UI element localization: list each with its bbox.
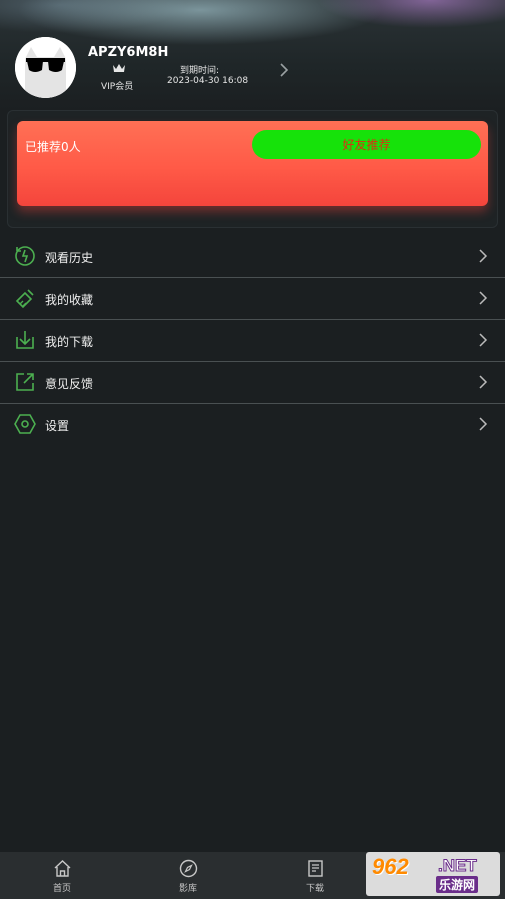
referral-card: 已推荐0人 好友推荐 xyxy=(17,121,488,206)
menu-item-label: 我的收藏 xyxy=(45,293,94,307)
menu-item-feedback[interactable]: 意见反馈 xyxy=(0,362,505,404)
expire-label: 到期时间: xyxy=(180,66,220,76)
watermark-number: 962 xyxy=(372,854,409,879)
cat-sunglasses-icon xyxy=(15,37,76,98)
watermark-subtitle: 乐游网 xyxy=(436,876,479,893)
compass-icon xyxy=(179,859,198,878)
menu-item-downloads[interactable]: 我的下载 xyxy=(0,320,505,362)
download-icon xyxy=(16,331,34,349)
username: APZY6M8H xyxy=(88,45,169,60)
header-background xyxy=(0,0,505,110)
history-icon xyxy=(15,246,35,266)
menu-item-favorites[interactable]: 我的收藏 xyxy=(0,278,505,320)
menu-item-label: 我的下载 xyxy=(45,335,94,349)
avatar[interactable] xyxy=(15,37,76,98)
chevron-right-icon xyxy=(479,417,488,431)
menu-item-label: 设置 xyxy=(45,419,70,433)
favorites-icon xyxy=(15,289,34,309)
tab-downloads[interactable]: 下载 xyxy=(285,852,345,899)
expire-time: 2023-04-30 16:08 xyxy=(167,76,249,86)
chevron-right-icon xyxy=(479,375,488,389)
watermark-suffix: .NET xyxy=(438,856,478,876)
menu-item-settings[interactable]: 设置 xyxy=(0,404,505,445)
tab-home[interactable]: 首页 xyxy=(32,852,92,899)
crown-icon xyxy=(113,64,125,72)
chevron-right-icon xyxy=(479,291,488,305)
chevron-right-icon[interactable] xyxy=(278,62,290,78)
watermark-logo: 962 .NET 乐游网 xyxy=(366,852,500,896)
download-list-icon xyxy=(308,860,323,877)
home-icon xyxy=(54,860,71,877)
vip-label: VIP会员 xyxy=(101,82,134,92)
menu-list: 观看历史 我的收藏 我的下载 意见反馈 设置 xyxy=(0,236,505,445)
tab-label: 下载 xyxy=(305,884,324,894)
invite-friends-button[interactable]: 好友推荐 xyxy=(252,130,481,159)
menu-item-label: 意见反馈 xyxy=(45,377,94,391)
chevron-right-icon xyxy=(479,333,488,347)
menu-item-history[interactable]: 观看历史 xyxy=(0,236,505,278)
tab-label: 影库 xyxy=(178,884,197,894)
menu-item-label: 观看历史 xyxy=(45,251,94,265)
tab-label: 首页 xyxy=(52,884,71,894)
feedback-icon xyxy=(16,373,34,391)
referral-count: 已推荐0人 xyxy=(25,140,81,154)
tab-library[interactable]: 影库 xyxy=(158,852,218,899)
chevron-right-icon xyxy=(479,249,488,263)
settings-icon xyxy=(14,414,36,434)
